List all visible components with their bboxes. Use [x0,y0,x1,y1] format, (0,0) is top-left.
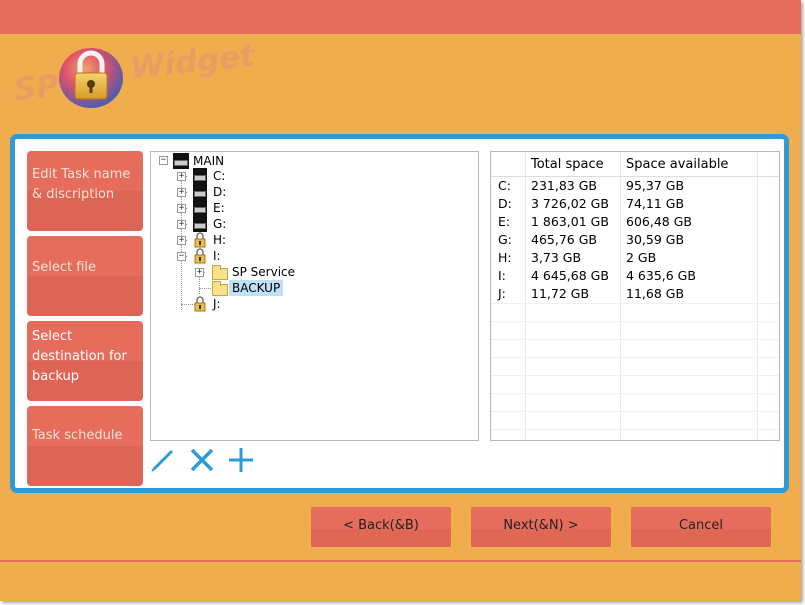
tree-item-j[interactable]: J: [213,296,221,312]
logo-text-sp: SP [12,67,61,109]
expand-toggle[interactable]: + [195,268,204,277]
wizard-window: SP Widget Edit Task name & discription S… [0,0,801,601]
available-cell: 606,48 GB [626,214,692,229]
tree-item-h[interactable]: H: [213,232,226,248]
tree-item-d[interactable]: D: [213,184,226,200]
next-button[interactable]: Next(&N) > [471,507,611,547]
tree-item-main[interactable]: MAIN [193,153,224,169]
column-header-total[interactable]: Total space [531,157,604,172]
tree-item-label: E: [213,201,225,215]
drive-cell: I: [498,268,506,283]
title-bar[interactable] [0,0,801,34]
tree-item-label: SP Service [232,265,296,279]
step-select-destination[interactable]: Select destination for backup [27,321,143,401]
available-cell: 2 GB [626,250,657,265]
available-cell: 30,59 GB [626,232,685,247]
tree-item-g[interactable]: G: [213,216,226,232]
expand-toggle[interactable]: + [177,236,186,245]
available-cell: 95,37 GB [626,178,685,193]
expand-toggle[interactable]: + [177,188,186,197]
step-edit-task-name[interactable]: Edit Task name & discription [27,151,143,231]
folder-icon [212,281,228,296]
collapse-toggle[interactable]: − [159,156,168,165]
step-select-file[interactable]: Select file [27,236,143,316]
expand-toggle[interactable]: + [177,172,186,181]
pencil-icon[interactable] [150,447,176,473]
step-label: Select file [32,260,97,275]
column-header-available[interactable]: Space available [626,157,728,172]
tree-item-e[interactable]: E: [213,200,225,216]
total-cell: 231,83 GB [531,178,597,193]
footer-divider [0,560,801,562]
tree-item-label: G: [213,217,227,231]
tree-item-label: I: [213,249,221,263]
lock-drive-icon [194,248,206,264]
drive-space-table[interactable]: Total space Space available C: 231,83 GB… [490,151,780,441]
drive-cell: E: [498,214,511,229]
drive-icon [193,200,207,216]
plus-icon[interactable] [228,447,254,473]
drive-cell: G: [498,232,512,247]
available-cell: 11,68 GB [626,286,685,301]
total-cell: 465,76 GB [531,232,597,247]
total-cell: 3,73 GB [531,250,582,265]
step-task-schedule[interactable]: Task schedule [27,406,143,486]
tree-item-i[interactable]: I: [213,248,221,264]
tree-item-label: MAIN [193,154,225,168]
tree-item-label: BACKUP [232,281,281,295]
drive-icon [193,168,207,184]
folder-icon [212,265,228,280]
drive-cell: H: [498,250,512,265]
drive-cell: J: [498,286,506,301]
collapse-toggle[interactable]: − [177,252,186,261]
drive-icon [193,184,207,200]
drive-icon [193,216,207,232]
available-cell: 74,11 GB [626,196,685,211]
lock-drive-icon [194,296,206,312]
wizard-panel: Edit Task name & discription Select file… [10,134,789,493]
total-cell: 1 863,01 GB [531,214,609,229]
steps-sidebar: Edit Task name & discription Select file… [27,151,143,491]
tree-item-backup[interactable]: BACKUP [229,280,284,296]
expand-toggle[interactable]: + [177,204,186,213]
tree-item-label: C: [213,169,226,183]
step-label: Task schedule [32,428,123,443]
close-icon[interactable] [189,447,215,473]
drive-cell: D: [498,196,512,211]
lock-drive-icon [194,232,206,248]
tree-item-sp-service[interactable]: SP Service [232,264,295,280]
drive-cell: C: [498,178,511,193]
tree-item-label: J: [213,297,221,311]
total-cell: 3 726,02 GB [531,196,609,211]
available-cell: 4 635,6 GB [626,268,696,283]
expand-toggle[interactable]: + [177,220,186,229]
tree-item-c[interactable]: C: [213,168,225,184]
total-cell: 4 645,68 GB [531,268,609,283]
cancel-button[interactable]: Cancel [631,507,771,547]
folder-tree[interactable]: − MAIN + C: + D: + E: + G: + H: − I: + S… [150,151,479,441]
padlock-logo-icon [59,48,123,108]
tree-item-label: H: [213,233,227,247]
tree-item-label: D: [213,185,227,199]
computer-icon [173,153,189,169]
back-button[interactable]: < Back(&B) [311,507,451,547]
total-cell: 11,72 GB [531,286,590,301]
